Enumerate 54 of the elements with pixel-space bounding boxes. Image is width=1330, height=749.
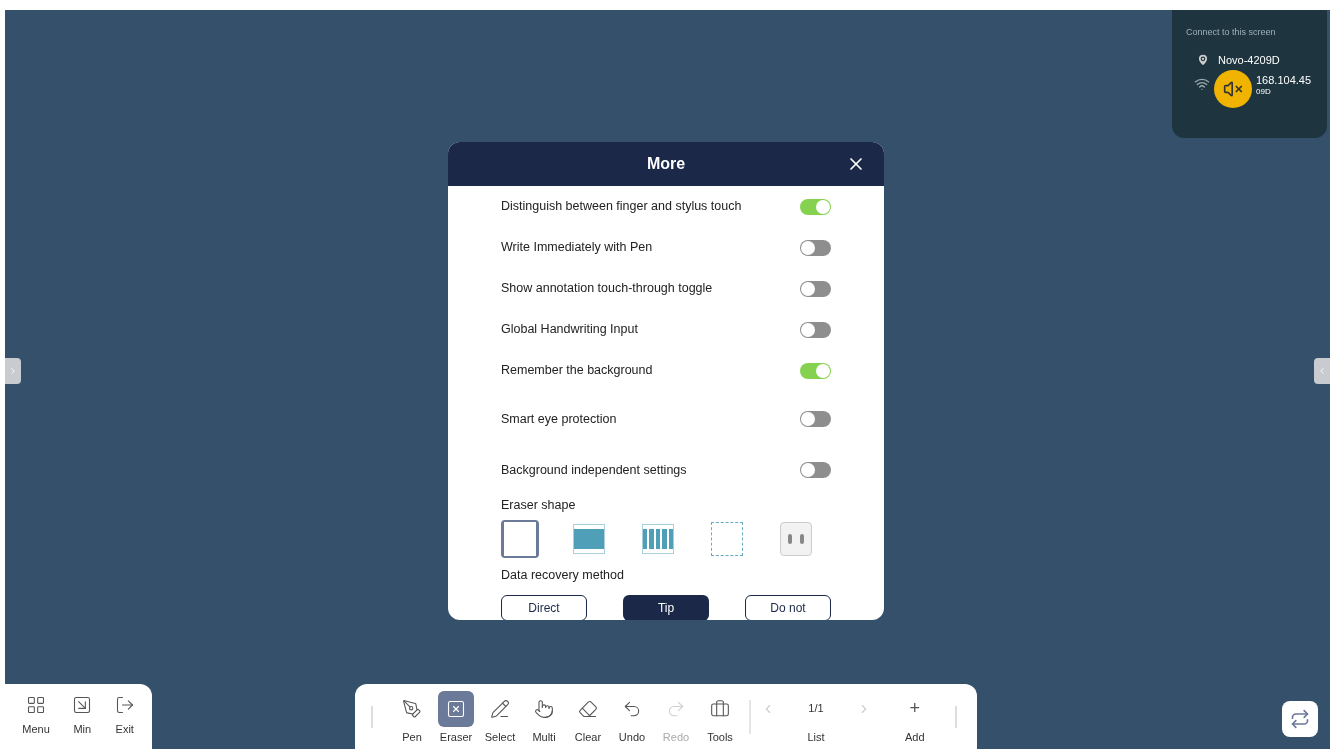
section-label: Data recovery method [501,568,625,582]
toggle-switch[interactable] [800,280,831,297]
swap-arrows-icon [1290,709,1310,729]
recovery-option[interactable]: Do not [745,595,831,620]
recovery-option[interactable]: Tip [623,595,709,620]
setting-label: Remember the background [501,362,653,380]
eraser-shape-option[interactable] [501,520,539,558]
toolbar-button[interactable]: Menu [22,695,50,738]
tool-button[interactable]: Multi [525,690,563,743]
eraser-icon [446,698,466,719]
device-name: Novo-4209D [1218,52,1280,68]
toggle-switch[interactable] [800,362,831,379]
grid-icon [26,695,46,716]
side-handle[interactable] [1314,358,1330,384]
recovery-option[interactable]: Direct [501,595,587,620]
toolbar-button[interactable]: Exit [114,695,135,738]
map-pin-icon [1196,52,1210,67]
list-button[interactable]: List [807,731,825,743]
eraser-shape-option[interactable] [777,520,815,558]
setting-label: Write Immediately with Pen [501,239,653,257]
mute-badge-icon [1214,70,1252,108]
wifi-icon [1194,76,1210,92]
add-page-button[interactable]: + Add [905,690,925,743]
dialog-title: More [646,154,686,174]
eraser-shape-option[interactable] [708,520,746,558]
toolbox-icon [710,698,730,719]
pencil-icon [490,698,510,719]
switch-side-button[interactable] [1282,701,1318,737]
tool-button[interactable]: Undo [613,690,651,743]
setting-label: Background independent settings [501,461,687,479]
tool-button[interactable]: Tools [701,690,739,743]
toggle-switch[interactable] [800,321,831,338]
setting-label: Distinguish between finger and stylus touch [501,198,742,216]
tool-button[interactable]: Clear [569,690,607,743]
pen-nib-icon [402,698,422,719]
panel-heading: Connect to this screen [1186,26,1277,39]
exit-icon [114,695,135,716]
tool-button[interactable]: Pen [393,690,431,743]
toolbar-button[interactable]: Min [72,695,93,738]
minimize-icon [72,695,93,716]
device-name: 09D [1256,86,1271,98]
ip-address: 168.104.45 [1256,73,1312,88]
toggle-switch[interactable] [800,462,831,478]
toggle-switch[interactable] [800,198,831,215]
toggle-switch[interactable] [800,411,831,427]
setting-label: Global Handwriting Input [501,321,638,339]
section-label: Eraser shape [501,498,577,512]
toggle-switch[interactable] [800,239,831,256]
tool-button[interactable]: Select [481,690,519,743]
side-handle[interactable] [5,358,21,384]
setting-label: Smart eye protection [501,410,617,428]
page-counter: 1/1 [808,701,824,717]
hand-pointer-icon [534,698,554,719]
setting-label: Show annotation touch-through toggle [501,280,713,298]
